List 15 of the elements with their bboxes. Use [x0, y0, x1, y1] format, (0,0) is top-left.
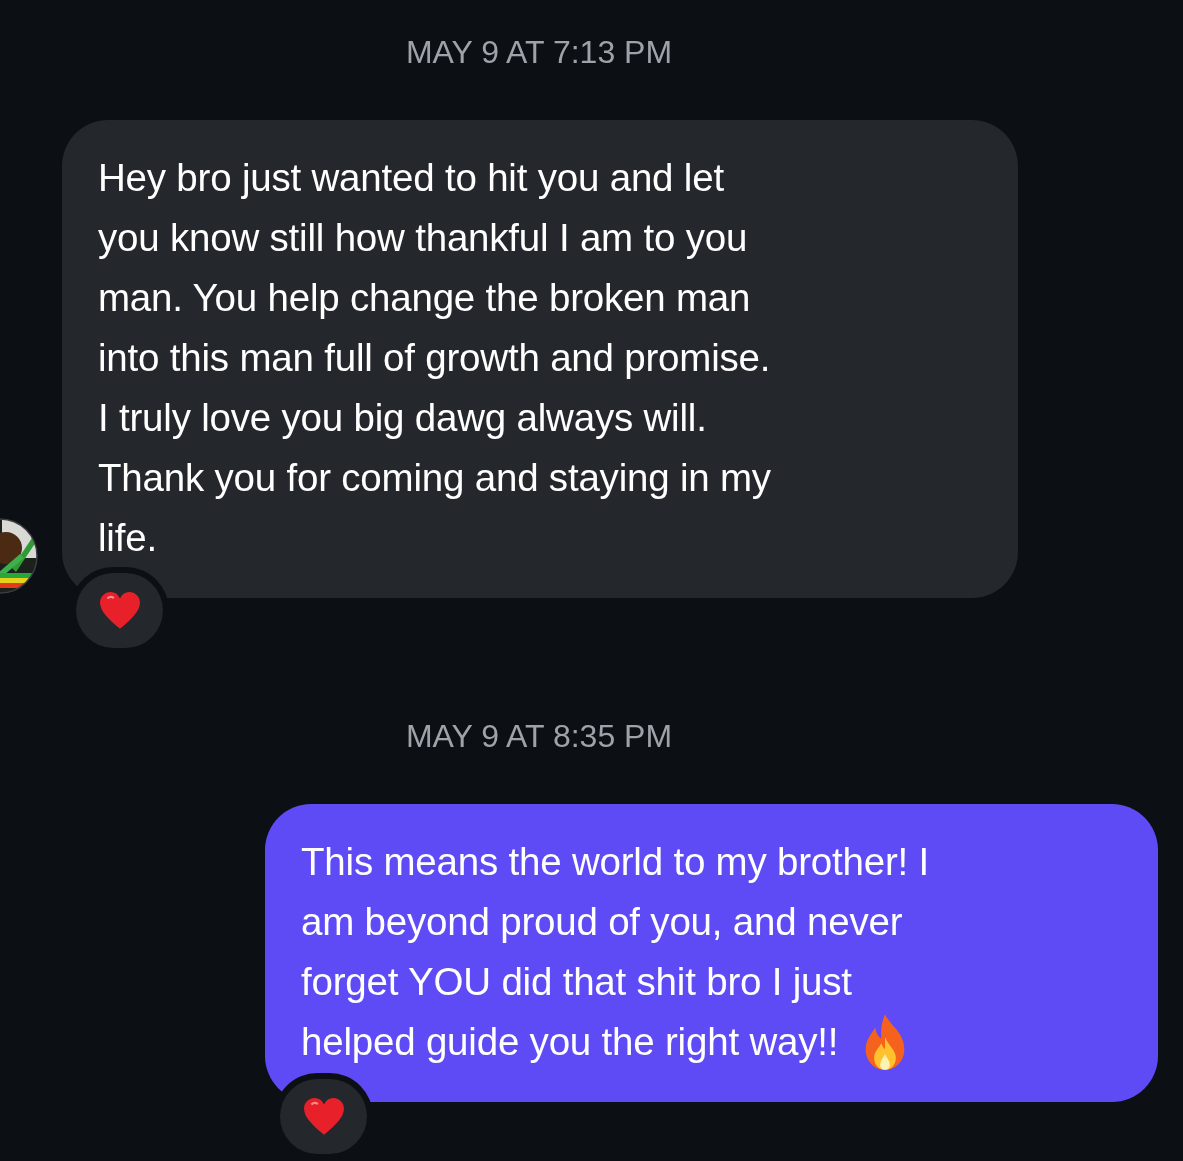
timestamp: MAY 9 AT 7:13 PM: [405, 33, 673, 72]
heart-icon: [98, 591, 141, 630]
message-text: This means the world to my brother! I: [301, 839, 930, 885]
message-text: forget YOU did that shit bro I just: [301, 959, 852, 1005]
heart-icon: [302, 1097, 345, 1136]
message-text: Thank you for coming and staying in my: [98, 455, 771, 501]
timestamp: MAY 9 AT 8:35 PM: [405, 717, 673, 756]
message-text: into this man full of growth and promise.: [98, 335, 771, 381]
message-text: you know still how thankful I am to you: [98, 215, 748, 261]
message-text: helped guide you the right way!!: [301, 1019, 839, 1065]
message-text: man. You help change the broken man: [98, 275, 751, 321]
message-text: Hey bro just wanted to hit you and let: [98, 155, 724, 201]
message-text: I truly love you big dawg always will.: [98, 395, 707, 441]
message-text: life.: [98, 515, 157, 561]
message-text: am beyond proud of you, and never: [301, 899, 903, 945]
